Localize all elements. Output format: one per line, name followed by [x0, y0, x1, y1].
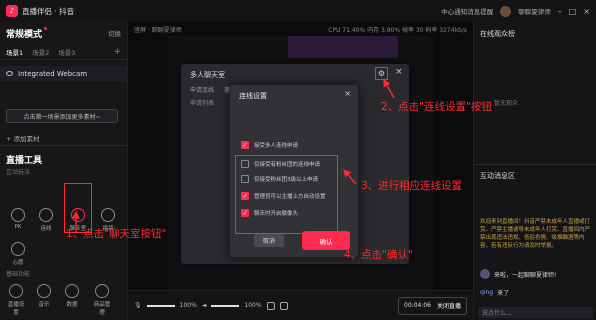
option-admin-auto[interactable]: ✓ 管理员可以主播上方自动设置 [241, 192, 326, 200]
tools-title: 直播工具 [6, 156, 43, 166]
settings-icon [9, 284, 23, 298]
wish-icon [11, 242, 25, 256]
tool-goods[interactable]: 商品管理 [92, 284, 112, 316]
chatroom-dialog-title: 多人聊天室 [190, 71, 225, 79]
tool-live-settings[interactable]: 直播设置 [6, 284, 26, 316]
pk-icon [11, 208, 25, 222]
option-fans-level3[interactable]: 仅接受粉丝团3级以上申请 [241, 175, 318, 183]
app-logo-icon: ♪ [6, 5, 18, 17]
online-audience-empty: 暂无观众 [494, 100, 519, 107]
right-panel: 在线观众榜 暂无观众 互动消息区 欢迎来到直播间！抖音严禁未成年人直播或打赏。严… [473, 22, 596, 320]
tab-scene-3[interactable]: 场景3 [58, 47, 75, 57]
link-settings-dialog: 连线设置 × ✓ 接受多人连线申请 仅接受有粉丝团的连线申请 仅接受粉丝团3级以上… [230, 85, 358, 257]
annotation-step4: 4、点击"确认" [344, 249, 413, 261]
goods-icon [95, 284, 109, 298]
status-text[interactable]: 中心通知消息提醒 [441, 6, 493, 16]
option-accept-multi[interactable]: ✓ 接受多人连线申请 [241, 141, 298, 149]
chat-notice: 欢迎来到直播间！抖音严禁未成年人直播或打赏。严禁主播诱导未成年人打赏。直播间内严… [480, 219, 591, 249]
speaker-level: 100% [244, 302, 262, 309]
checkbox-icon[interactable] [241, 160, 249, 168]
tool-data[interactable]: 数据 [62, 284, 82, 308]
live-timer: 00:04:06 [404, 302, 431, 309]
mode-switch[interactable]: 切换 [108, 28, 121, 38]
divider [474, 164, 596, 165]
tool-music[interactable]: 音乐 [34, 284, 54, 308]
tools-subtitle: 互动玩法 [6, 169, 31, 176]
live-control: 00:04:06 关闭直播 [398, 296, 467, 315]
avatar[interactable] [480, 269, 490, 279]
tab-apply[interactable]: 申请连线 [190, 85, 214, 94]
gear-icon[interactable]: ⚙ [375, 67, 388, 80]
minimize-icon[interactable]: – [558, 7, 562, 16]
record-icon[interactable] [279, 301, 288, 310]
link-icon [39, 208, 53, 222]
chat-message: 来啦，一起聊聊夏律师! [480, 269, 556, 279]
option-camera-on[interactable]: ✓ 聊天时开启摄像头 [241, 209, 298, 217]
confirm-button[interactable]: 确认 [302, 231, 350, 250]
music-icon [37, 284, 51, 298]
add-source-link[interactable]: + 添加素材 [6, 133, 40, 143]
app-title: 直播伴侣 · 抖音 [22, 6, 75, 16]
close-icon[interactable]: × [344, 89, 351, 98]
tool-pk[interactable]: PK [8, 208, 28, 230]
stop-live-button[interactable]: 关闭直播 [437, 301, 461, 310]
chat-username[interactable]: qing [480, 289, 493, 296]
option-fans-only[interactable]: 仅接受有粉丝团的连线申请 [241, 160, 320, 168]
mode-title[interactable]: 常规模式 [6, 26, 48, 40]
mode-row: 常规模式 切换 [0, 22, 127, 44]
source-item-webcam[interactable]: Integrated Webcam [0, 66, 127, 81]
checkbox-icon[interactable] [241, 175, 249, 183]
annotation-step1: 1、点击"聊天室按钮" [66, 228, 167, 240]
close-icon[interactable]: × [395, 67, 403, 77]
link-settings-title: 连线设置 [239, 92, 267, 100]
source-label: Integrated Webcam [18, 69, 88, 78]
cancel-button[interactable]: 取消 [254, 234, 284, 247]
preview-strip [288, 36, 398, 58]
checkbox-checked-icon[interactable]: ✓ [241, 209, 249, 217]
speaker-icon[interactable]: ◄ [202, 302, 207, 309]
divider [0, 145, 128, 146]
avatar[interactable] [500, 5, 512, 17]
dot-icon [44, 26, 48, 30]
center-panel: 竖屏 · 聊聊夏律师 CPU 71.40% 内存 3.90% 帧率 30 码率 … [128, 22, 473, 320]
checkbox-checked-icon[interactable]: ✓ [241, 192, 249, 200]
mic-icon[interactable]: 🎙︎ [134, 302, 142, 309]
mic-volume-slider[interactable] [146, 304, 175, 307]
bottom-bar: 🎙︎ 100% ◄ 100% 00:04:06 关闭直播 [128, 290, 473, 320]
username[interactable]: 聊聊夏律师 [518, 6, 551, 16]
lucky-bag-icon [101, 208, 115, 222]
add-scene-icon[interactable]: + [113, 47, 121, 57]
tab-scene-1[interactable]: 场景1 [6, 47, 23, 57]
close-icon[interactable]: × [583, 7, 590, 16]
center-top-bar: 竖屏 · 聊聊夏律师 CPU 71.40% 内存 3.90% 帧率 30 码率 … [128, 22, 473, 36]
chat-message: qing 来了 [480, 289, 510, 297]
eye-icon[interactable] [6, 71, 13, 76]
annotation-step2: 2、点击"连线设置"按钮 [381, 101, 492, 113]
scene-tabs: 场景1 场景2 场景3 + [0, 44, 127, 60]
apply-list-label: 申请列表 [190, 100, 215, 107]
tab-scene-2[interactable]: 场景2 [32, 47, 49, 57]
annotation-step3: 3、进行相应连线设置 [361, 180, 463, 192]
stream-label[interactable]: 竖屏 · 聊聊夏律师 [134, 25, 182, 34]
maximize-icon[interactable]: □ [569, 7, 577, 16]
checkbox-checked-icon[interactable]: ✓ [241, 141, 249, 149]
chat-title: 互动消息区 [480, 172, 515, 180]
add-material-button[interactable]: 点击第一场景添加更多素材~ [6, 109, 118, 123]
mic-level: 100% [179, 302, 197, 309]
data-icon [65, 284, 79, 298]
title-bar: ♪ 直播伴侣 · 抖音 中心通知消息提醒 聊聊夏律师 – □ × [0, 0, 596, 22]
chat-input[interactable]: 说点什么… [478, 307, 593, 318]
left-panel: 常规模式 切换 场景1 场景2 场景3 + Integrated Webcam … [0, 22, 128, 320]
perf-stats: CPU 71.40% 内存 3.90% 帧率 30 码率 3274kb/s [328, 26, 467, 34]
basic-section-title: 基础功能 [6, 271, 31, 278]
tool-wish[interactable]: 心愿 [8, 242, 28, 266]
speaker-volume-slider[interactable] [211, 304, 240, 307]
screen-icon[interactable] [266, 301, 275, 310]
tool-link[interactable]: 连线 [36, 208, 56, 232]
online-audience-title: 在线观众榜 [480, 30, 515, 38]
titlebar-right: 中心通知消息提醒 聊聊夏律师 – □ × [441, 0, 590, 22]
